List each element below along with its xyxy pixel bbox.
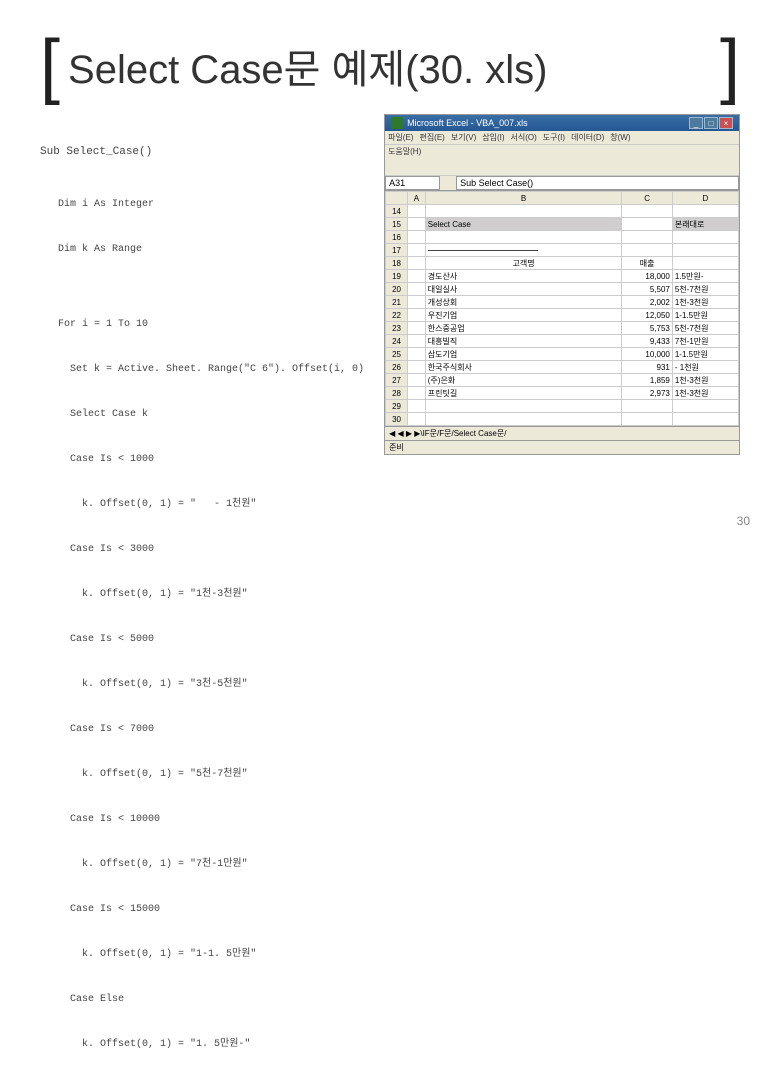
corner-cell[interactable] xyxy=(386,192,408,205)
page-number: 30 xyxy=(737,514,750,528)
menu-item[interactable]: 편집(E) xyxy=(419,132,444,143)
menu-item[interactable]: 삽입(I) xyxy=(482,132,504,143)
cell[interactable]: 한국주식회사 xyxy=(425,361,622,374)
menu-item[interactable]: 파일(E) xyxy=(388,132,413,143)
cell[interactable]: 1-1.5만원 xyxy=(672,348,738,361)
cell[interactable]: 7천-1만원 xyxy=(672,335,738,348)
menu-item[interactable]: 도구(I) xyxy=(543,132,565,143)
cell[interactable]: 9,433 xyxy=(622,335,672,348)
cell[interactable]: 2,002 xyxy=(622,296,672,309)
excel-toolbar xyxy=(385,158,739,176)
cell[interactable]: - 1천원 xyxy=(672,361,738,374)
cell[interactable]: 1.5만원- xyxy=(672,270,738,283)
excel-titlebar: Microsoft Excel - VBA_007.xls _ □ × xyxy=(385,115,739,131)
slide-title: Select Case문 예제(30. xls) xyxy=(68,37,712,95)
code-listing: Sub Select_Case() Dim i As Integer Dim k… xyxy=(40,114,364,1080)
formula-bar[interactable]: Sub Select Case() xyxy=(456,176,739,190)
cell[interactable]: 18,000 xyxy=(622,270,672,283)
menu-item[interactable]: 데이터(D) xyxy=(571,132,604,143)
menu-item[interactable]: 서식(O) xyxy=(511,132,537,143)
cell[interactable]: 경도산사 xyxy=(425,270,622,283)
row-header[interactable]: 26 xyxy=(386,361,408,374)
cell[interactable]: 1천-3천원 xyxy=(672,374,738,387)
row-header[interactable]: 19 xyxy=(386,270,408,283)
menu-item[interactable]: 도움말(H) xyxy=(388,146,421,157)
excel-menubar-2: 도움말(H) xyxy=(385,145,739,158)
menu-item[interactable]: 창(W) xyxy=(610,132,630,143)
reset-button[interactable]: 본래대로 xyxy=(672,218,738,231)
cell[interactable]: 5천-7천원 xyxy=(672,283,738,296)
row-header[interactable]: 23 xyxy=(386,322,408,335)
col-header[interactable]: C xyxy=(622,192,672,205)
excel-menubar: 파일(E) 편집(E) 보기(V) 삽입(I) 서식(O) 도구(I) 데이터(… xyxy=(385,131,739,145)
cell[interactable]: 12,050 xyxy=(622,309,672,322)
cell[interactable]: 5,753 xyxy=(622,322,672,335)
maximize-icon[interactable]: □ xyxy=(704,117,718,129)
cell[interactable]: 개성상회 xyxy=(425,296,622,309)
cell[interactable]: 5천-7천원 xyxy=(672,322,738,335)
row-header[interactable]: 21 xyxy=(386,296,408,309)
excel-sheet[interactable]: A B C D 14 15 Select Case 본래대로 16 17 18 고객명… xyxy=(385,191,739,426)
row-header[interactable]: 22 xyxy=(386,309,408,322)
cell[interactable]: 1천-3천원 xyxy=(672,387,738,400)
row-header[interactable]: 18 xyxy=(386,257,408,270)
col-header[interactable]: B xyxy=(425,192,622,205)
menu-item[interactable]: 보기(V) xyxy=(451,132,476,143)
cell[interactable]: (주)은화 xyxy=(425,374,622,387)
cell[interactable]: 2,973 xyxy=(622,387,672,400)
name-box[interactable]: A31 xyxy=(385,176,440,190)
row-header[interactable]: 14 xyxy=(386,205,408,218)
cell[interactable]: 삼도기업 xyxy=(425,348,622,361)
row-header[interactable]: 25 xyxy=(386,348,408,361)
cell[interactable]: 1-1.5만원 xyxy=(672,309,738,322)
close-icon[interactable]: × xyxy=(719,117,733,129)
cell[interactable]: 10,000 xyxy=(622,348,672,361)
select-case-button[interactable]: Select Case xyxy=(425,218,622,231)
cell[interactable]: 우진기업 xyxy=(425,309,622,322)
table-header: 고객명 xyxy=(425,257,622,270)
row-header[interactable]: 28 xyxy=(386,387,408,400)
cell[interactable]: 5,507 xyxy=(622,283,672,296)
cell[interactable]: 한스중공업 xyxy=(425,322,622,335)
row-header[interactable]: 27 xyxy=(386,374,408,387)
cell[interactable]: 1,859 xyxy=(622,374,672,387)
col-header[interactable]: A xyxy=(408,192,426,205)
cell[interactable]: 프린팃길 xyxy=(425,387,622,400)
bracket-right: ] xyxy=(720,30,740,102)
row-header[interactable]: 29 xyxy=(386,400,408,413)
col-header[interactable]: D xyxy=(672,192,738,205)
row-header[interactable]: 24 xyxy=(386,335,408,348)
row-header[interactable]: 20 xyxy=(386,283,408,296)
row-header[interactable]: 16 xyxy=(386,231,408,244)
excel-window: Microsoft Excel - VBA_007.xls _ □ × 파일(E… xyxy=(384,114,740,455)
row-header[interactable]: 15 xyxy=(386,218,408,231)
cell[interactable]: 1천-3천원 xyxy=(672,296,738,309)
bracket-left: [ xyxy=(40,30,60,102)
excel-app-icon xyxy=(391,117,403,129)
sheet-tabs[interactable]: ◀ ◀ ▶ ▶\IF문/F문/Select Case문/ xyxy=(385,426,739,440)
spreadsheet-grid[interactable]: A B C D 14 15 Select Case 본래대로 16 17 18 고객명… xyxy=(385,191,739,426)
status-bar: 준비 xyxy=(385,440,739,454)
table-header: 매출 xyxy=(622,257,672,270)
cell[interactable]: 931 xyxy=(622,361,672,374)
row-header[interactable]: 17 xyxy=(386,244,408,257)
cell[interactable]: 대일실사 xyxy=(425,283,622,296)
cell[interactable]: 대흥빌직 xyxy=(425,335,622,348)
minimize-icon[interactable]: _ xyxy=(689,117,703,129)
row-header[interactable]: 30 xyxy=(386,413,408,426)
excel-title-text: Microsoft Excel - VBA_007.xls xyxy=(407,118,528,128)
